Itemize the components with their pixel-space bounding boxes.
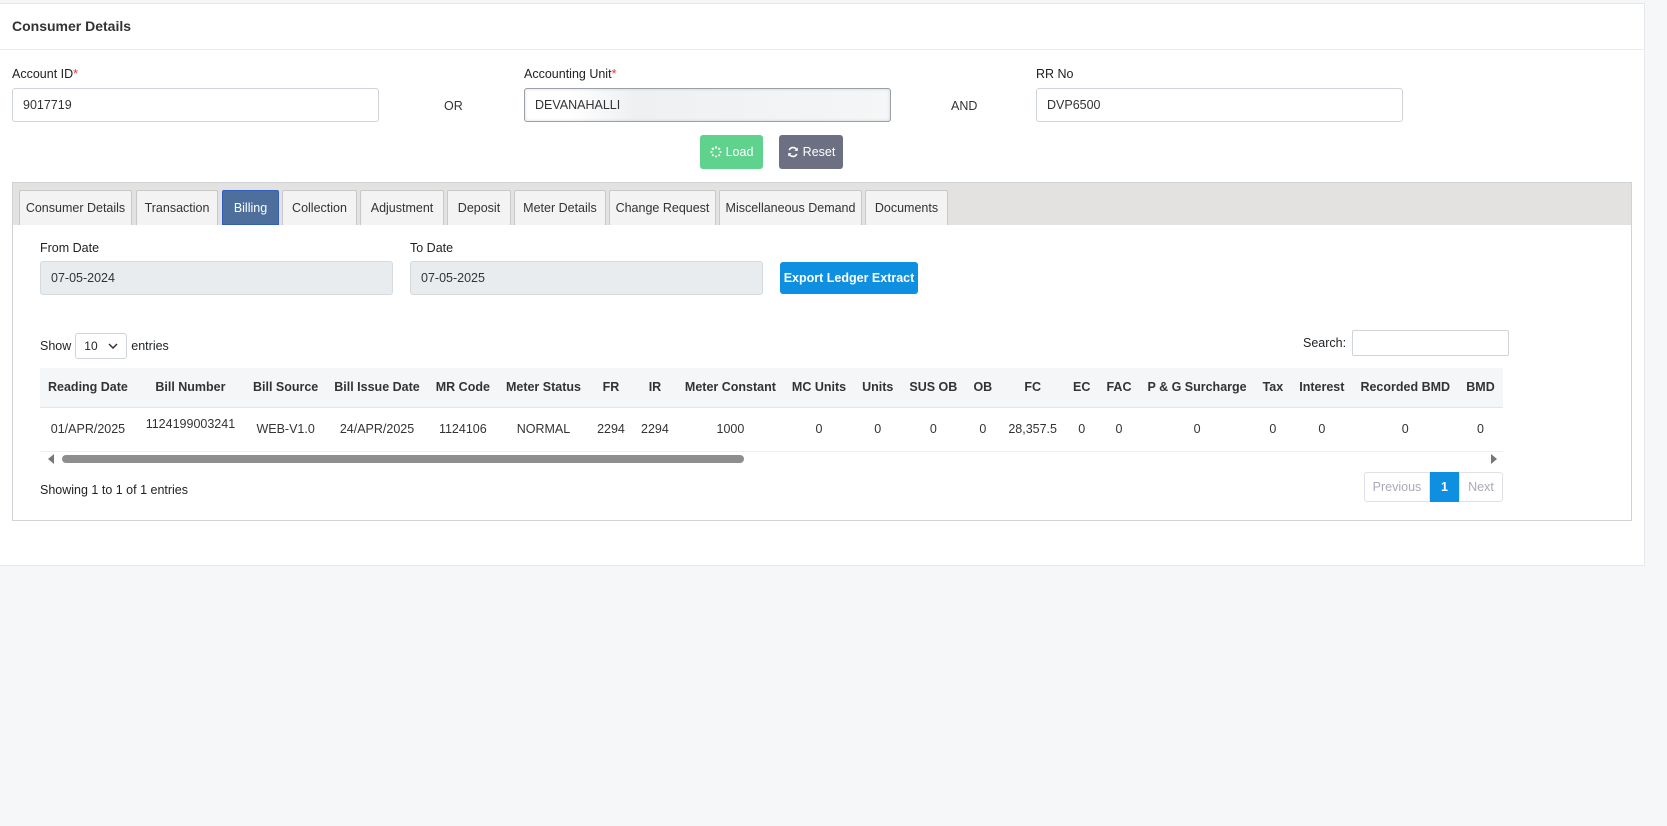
pagination-next[interactable]: Next	[1459, 472, 1503, 502]
col-fr[interactable]: FR	[588, 368, 633, 408]
tab-miscellaneous-demand[interactable]: Miscellaneous Demand	[719, 190, 862, 225]
rr-no-input[interactable]: DVP6500	[1036, 88, 1403, 122]
cell-bmd: 0	[1458, 407, 1503, 452]
col-meter-constant[interactable]: Meter Constant	[676, 368, 784, 408]
col-bill-source[interactable]: Bill Source	[244, 368, 327, 408]
pagination: Previous 1 Next	[1364, 472, 1503, 502]
cell-bill-source: WEB-V1.0	[244, 407, 327, 452]
col-fc[interactable]: FC	[1000, 368, 1065, 408]
pagination-previous[interactable]: Previous	[1364, 472, 1430, 502]
tab-meter-details[interactable]: Meter Details	[514, 190, 606, 225]
cell-pg-surcharge: 0	[1139, 407, 1255, 452]
col-bill-issue-date[interactable]: Bill Issue Date	[326, 368, 428, 408]
show-label: Show	[40, 339, 72, 353]
rr-no-label: RR No	[1036, 67, 1074, 81]
cell-meter-status: NORMAL	[497, 407, 589, 452]
cell-interest: 0	[1291, 407, 1353, 452]
accounting-unit-input[interactable]: DEVANAHALLI	[524, 88, 891, 122]
cell-ir: 2294	[632, 407, 677, 452]
table-info: Showing 1 to 1 of 1 entries	[40, 483, 189, 497]
col-sus-ob[interactable]: SUS OB	[901, 368, 966, 408]
tab-adjustment[interactable]: Adjustment	[360, 190, 444, 225]
tab-change-request[interactable]: Change Request	[609, 190, 716, 225]
to-date-label: To Date	[410, 241, 454, 255]
cell-bill-number: 1124199003241	[135, 407, 245, 452]
spinner-icon	[709, 146, 722, 158]
load-button[interactable]: Load	[700, 135, 763, 169]
cell-recorded-bmd: 0	[1352, 407, 1459, 452]
table-search: Search:	[1303, 330, 1510, 356]
from-date-label: From Date	[40, 241, 100, 255]
page-size-select[interactable]: 10	[75, 333, 128, 359]
pagination-page-1[interactable]: 1	[1430, 472, 1459, 502]
col-fac[interactable]: FAC	[1098, 368, 1140, 408]
col-ec[interactable]: EC	[1064, 368, 1099, 408]
chevron-down-icon	[108, 343, 118, 349]
from-date-input[interactable]: 07-05-2024	[40, 261, 393, 295]
table-row: 01/APR/2025 1124199003241 WEB-V1.0 24/AP…	[40, 407, 1503, 452]
cell-mc-units: 0	[783, 407, 855, 452]
cell-fac: 0	[1098, 407, 1140, 452]
col-bill-number[interactable]: Bill Number	[135, 368, 245, 408]
col-pg-surcharge[interactable]: P & G Surcharge	[1139, 368, 1255, 408]
tab-collection[interactable]: Collection	[282, 190, 357, 225]
col-tax[interactable]: Tax	[1254, 368, 1292, 408]
cell-bill-issue-date: 24/APR/2025	[326, 407, 428, 452]
table-horizontal-scrollbar[interactable]	[40, 452, 1503, 466]
col-mc-units[interactable]: MC Units	[783, 368, 855, 408]
cell-reading-date: 01/APR/2025	[40, 407, 136, 452]
col-mr-code[interactable]: MR Code	[427, 368, 498, 408]
and-separator: AND	[951, 99, 978, 113]
cell-mr-code: 1124106	[427, 407, 498, 452]
reset-button[interactable]: Reset	[779, 135, 843, 169]
cell-tax: 0	[1254, 407, 1292, 452]
col-reading-date[interactable]: Reading Date	[40, 368, 136, 408]
account-id-input[interactable]: 9017719	[12, 88, 379, 122]
billing-table-container: Reading Date Bill Number Bill Source Bil…	[40, 368, 1503, 452]
scroll-thumb[interactable]	[62, 455, 744, 463]
cell-units: 0	[854, 407, 902, 452]
consumer-details-card: Consumer Details Account ID* 9017719 OR …	[0, 3, 1645, 566]
col-meter-status[interactable]: Meter Status	[497, 368, 589, 408]
tab-transaction[interactable]: Transaction	[136, 190, 218, 225]
cell-meter-constant: 1000	[676, 407, 784, 452]
billing-table: Reading Date Bill Number Bill Source Bil…	[40, 368, 1503, 452]
cell-fr: 2294	[588, 407, 633, 452]
export-ledger-button[interactable]: Export Ledger Extract	[780, 262, 918, 294]
tab-deposit[interactable]: Deposit	[447, 190, 511, 225]
refresh-icon	[787, 146, 798, 158]
or-separator: OR	[444, 99, 463, 113]
entries-label: entries	[131, 339, 169, 353]
cell-ec: 0	[1064, 407, 1099, 452]
tabs-panel: Consumer Details Transaction Billing Col…	[12, 182, 1632, 521]
scroll-left-arrow-icon[interactable]	[48, 454, 54, 464]
col-ir[interactable]: IR	[632, 368, 677, 408]
accounting-unit-label: Accounting Unit*	[524, 67, 617, 81]
show-entries: Show 10 entries	[40, 333, 169, 359]
cell-ob: 0	[965, 407, 1001, 452]
search-label: Search:	[1303, 336, 1347, 350]
col-bmd[interactable]: BMD	[1458, 368, 1503, 408]
col-units[interactable]: Units	[854, 368, 902, 408]
reset-button-label: Reset	[802, 145, 836, 159]
load-button-label: Load	[725, 145, 754, 159]
col-ob[interactable]: OB	[965, 368, 1001, 408]
page-size-value: 10	[84, 339, 98, 353]
col-recorded-bmd[interactable]: Recorded BMD	[1352, 368, 1459, 408]
tab-bar: Consumer Details Transaction Billing Col…	[13, 183, 1631, 225]
tab-documents[interactable]: Documents	[865, 190, 948, 225]
scroll-right-arrow-icon[interactable]	[1491, 454, 1497, 464]
to-date-input[interactable]: 07-05-2025	[410, 261, 763, 295]
col-interest[interactable]: Interest	[1291, 368, 1353, 408]
table-header-row: Reading Date Bill Number Bill Source Bil…	[40, 368, 1503, 408]
cell-sus-ob: 0	[901, 407, 966, 452]
tab-billing[interactable]: Billing	[222, 190, 279, 225]
card-title: Consumer Details	[0, 4, 1644, 50]
cell-fc: 28,357.5	[1000, 407, 1065, 452]
tab-consumer-details[interactable]: Consumer Details	[19, 190, 132, 225]
search-input[interactable]	[1352, 330, 1510, 356]
account-id-label: Account ID*	[12, 67, 79, 81]
